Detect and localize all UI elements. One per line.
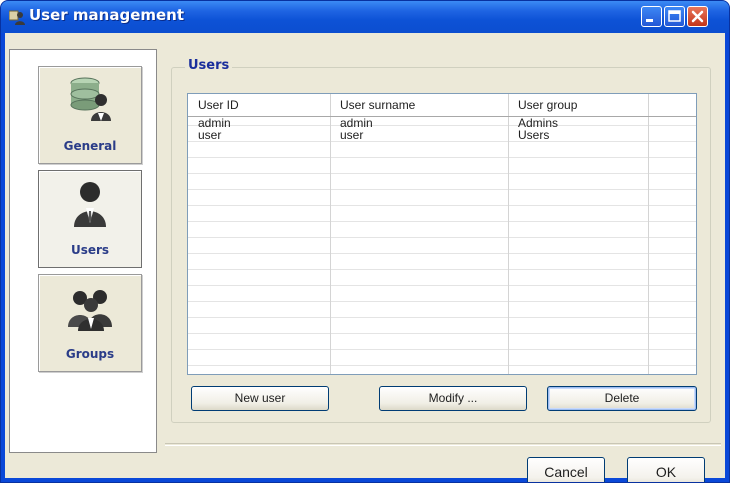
maximize-button[interactable] (664, 6, 685, 27)
column-header-user-surname[interactable]: User surname (340, 98, 415, 112)
sidebar-item-label: Groups (65, 347, 115, 361)
grid-line (188, 205, 696, 206)
users-groupbox-title: Users (185, 58, 233, 73)
minimize-button[interactable] (641, 6, 662, 27)
minimize-icon (646, 19, 653, 22)
grid-line (188, 365, 696, 366)
grid-line (188, 221, 696, 222)
users-table[interactable]: User ID User surname User group admin ad… (187, 93, 697, 375)
modify-button[interactable]: Modify ... (379, 386, 527, 411)
window-title: User management (29, 6, 185, 24)
column-header-user-id[interactable]: User ID (198, 98, 239, 112)
column-header-user-group[interactable]: User group (518, 98, 577, 112)
grid-line (188, 189, 696, 190)
grid-line (188, 269, 696, 270)
cell-user-group: Users (518, 128, 550, 142)
new-user-button[interactable]: New user (191, 386, 329, 411)
sidebar: General Users Groups (9, 49, 157, 453)
grid-line (188, 333, 696, 334)
ok-button[interactable]: OK (627, 457, 705, 482)
sidebar-item-general[interactable]: General (38, 66, 142, 164)
column-divider (508, 94, 509, 116)
column-divider[interactable] (648, 94, 649, 374)
close-icon (691, 10, 704, 23)
grid-line (188, 157, 696, 158)
footer-separator (165, 443, 721, 446)
maximize-icon (668, 10, 681, 22)
users-group-icon (68, 290, 112, 331)
user-management-app-icon (9, 10, 25, 25)
column-divider (330, 94, 331, 116)
grid-line (188, 237, 696, 238)
sidebar-item-label: General (63, 139, 117, 153)
grid-line (188, 349, 696, 350)
cell-user-surname: user (340, 128, 364, 142)
user-icon (74, 182, 106, 227)
column-divider (648, 94, 649, 116)
grid-line (188, 141, 696, 142)
grid-line (188, 253, 696, 254)
grid-line (188, 317, 696, 318)
grid-line (188, 173, 696, 174)
dialog-body: General Users Groups Users User ID User … (5, 33, 725, 482)
cancel-button[interactable]: Cancel (527, 457, 605, 482)
user-management-window: User management General Users Groups Use… (0, 0, 730, 483)
table-header: User ID User surname User group (188, 94, 696, 117)
column-divider[interactable] (330, 94, 331, 374)
sidebar-item-users[interactable]: Users (38, 170, 142, 268)
column-divider[interactable] (508, 94, 509, 374)
delete-button[interactable]: Delete (547, 386, 697, 411)
cell-user-id: user (198, 128, 222, 142)
close-button[interactable] (687, 6, 708, 27)
grid-line (188, 285, 696, 286)
grid-line (188, 301, 696, 302)
title-bar[interactable]: User management (1, 1, 729, 33)
grid-line (188, 125, 696, 126)
sidebar-item-groups[interactable]: Groups (38, 274, 142, 372)
main-panel: Users User ID User surname User group ad… (165, 49, 721, 482)
database-user-icon (70, 77, 111, 121)
sidebar-item-label: Users (70, 243, 110, 257)
